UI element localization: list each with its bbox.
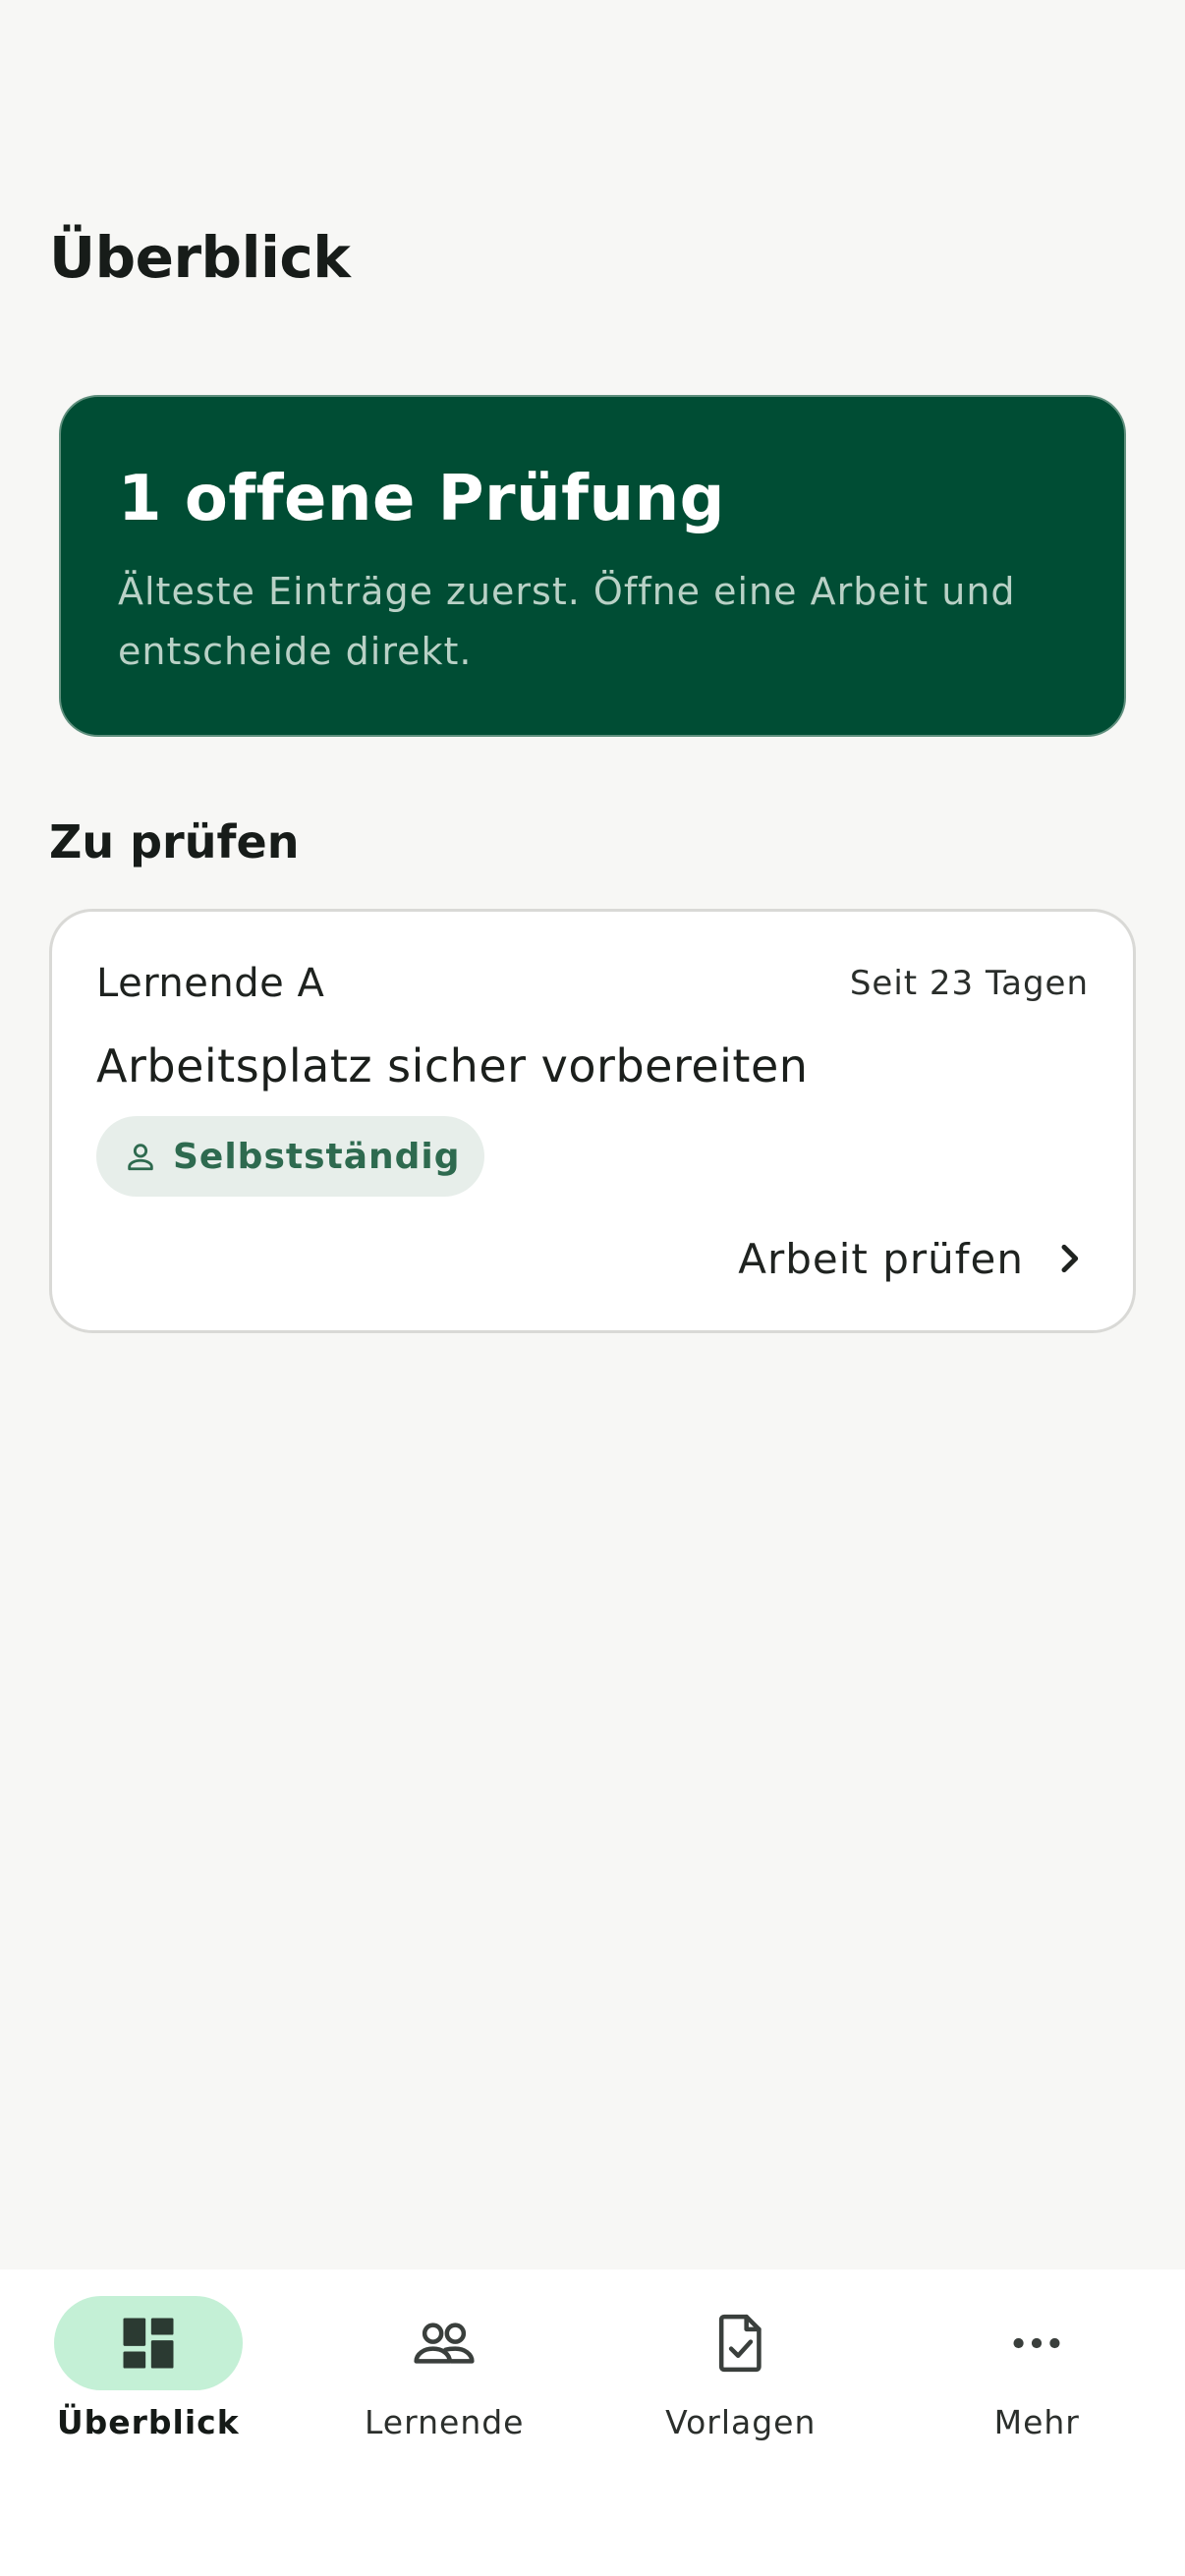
- learner-name: Lernende A: [96, 961, 325, 1006]
- nav-label-more: Mehr: [993, 2403, 1080, 2441]
- nav-label-templates: Vorlagen: [665, 2403, 817, 2441]
- nav-item-overview[interactable]: Überblick: [0, 2269, 297, 2486]
- nav-item-more[interactable]: Mehr: [889, 2269, 1185, 2486]
- section-title-to-review: Zu prüfen: [49, 815, 300, 868]
- nav-label-overview: Überblick: [56, 2403, 240, 2441]
- more-horizontal-icon: [1013, 2337, 1060, 2349]
- dashboard-icon: [123, 2318, 174, 2369]
- document-check-icon: [718, 2314, 762, 2373]
- person-icon: [128, 1144, 153, 1171]
- nav-label-learners: Lernende: [365, 2403, 525, 2441]
- pending-since: Seit 23 Tagen: [849, 964, 1089, 1003]
- nav-active-indicator: [53, 2296, 243, 2390]
- people-icon: [414, 2323, 475, 2364]
- bottom-navigation: Überblick Lernende Vorlagen Mehr: [0, 2269, 1185, 2576]
- nav-item-learners[interactable]: Lernende: [297, 2269, 593, 2486]
- review-item-card[interactable]: Lernende A Seit 23 Tagen Arbeitsplatz si…: [49, 909, 1136, 1333]
- task-title: Arbeitsplatz sicher vorbereiten: [96, 1039, 809, 1092]
- independence-tag: Selbstständig: [96, 1116, 484, 1197]
- open-reviews-hint: Älteste Einträge zuerst. Öffne eine Arbe…: [118, 570, 1016, 673]
- screen: Überblick 1 offene Prüfung Älteste Eintr…: [0, 0, 1185, 2576]
- review-work-label: Arbeit prüfen: [738, 1234, 1024, 1283]
- page-title: Überblick: [49, 224, 351, 291]
- open-reviews-summary-card: 1 offene Prüfung Älteste Einträge zuerst…: [59, 395, 1126, 737]
- review-work-button[interactable]: Arbeit prüfen: [738, 1224, 1089, 1293]
- chevron-right-icon: [1061, 1244, 1079, 1273]
- independence-tag-label: Selbstständig: [173, 1136, 461, 1177]
- nav-item-templates[interactable]: Vorlagen: [592, 2269, 889, 2486]
- open-reviews-count: 1 offene Prüfung: [118, 463, 725, 535]
